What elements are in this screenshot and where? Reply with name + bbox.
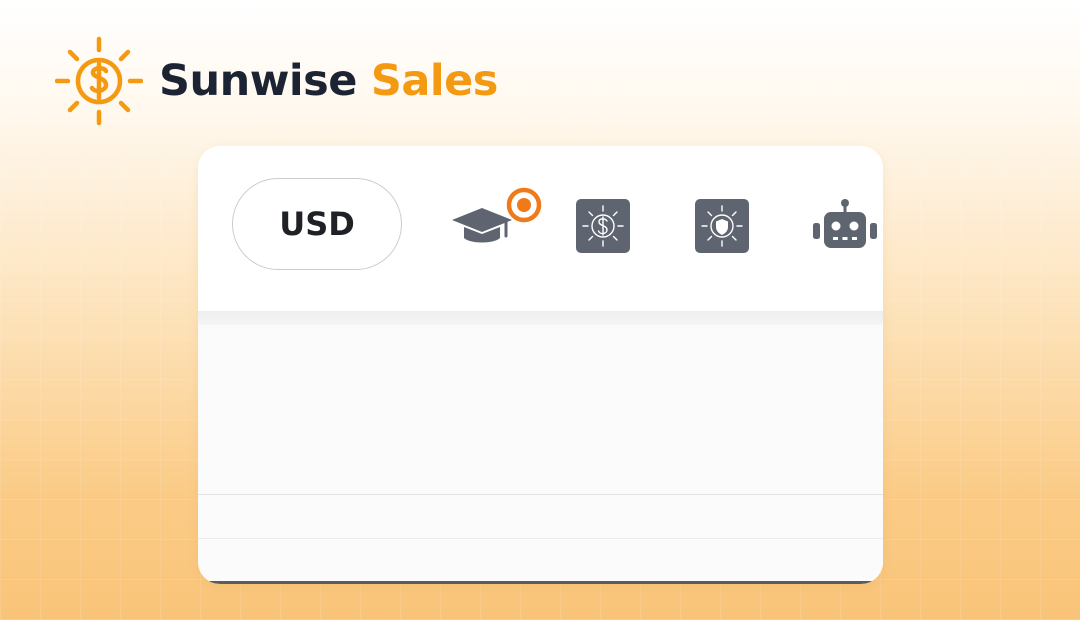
brand-name-accent: Sales	[370, 55, 498, 106]
sun-dollar-icon	[55, 36, 143, 126]
brand-name: Sunwise Sales	[159, 59, 498, 103]
toolbar: USD	[198, 146, 883, 306]
graduation-cap-icon[interactable]	[448, 186, 548, 256]
bottom-border	[198, 581, 883, 584]
brand-header: Sunwise Sales	[55, 36, 498, 126]
robot-icon[interactable]	[810, 198, 880, 254]
currency-selector-button[interactable]: USD	[232, 178, 402, 270]
content-area	[198, 325, 883, 584]
solar-shield-icon[interactable]	[694, 198, 750, 254]
brand-name-primary: Sunwise	[159, 55, 357, 106]
toolbar-divider	[198, 311, 883, 325]
row-divider	[198, 494, 883, 495]
solar-dollar-icon[interactable]	[575, 198, 631, 254]
app-panel: USD	[198, 146, 883, 584]
row-divider	[198, 538, 883, 539]
